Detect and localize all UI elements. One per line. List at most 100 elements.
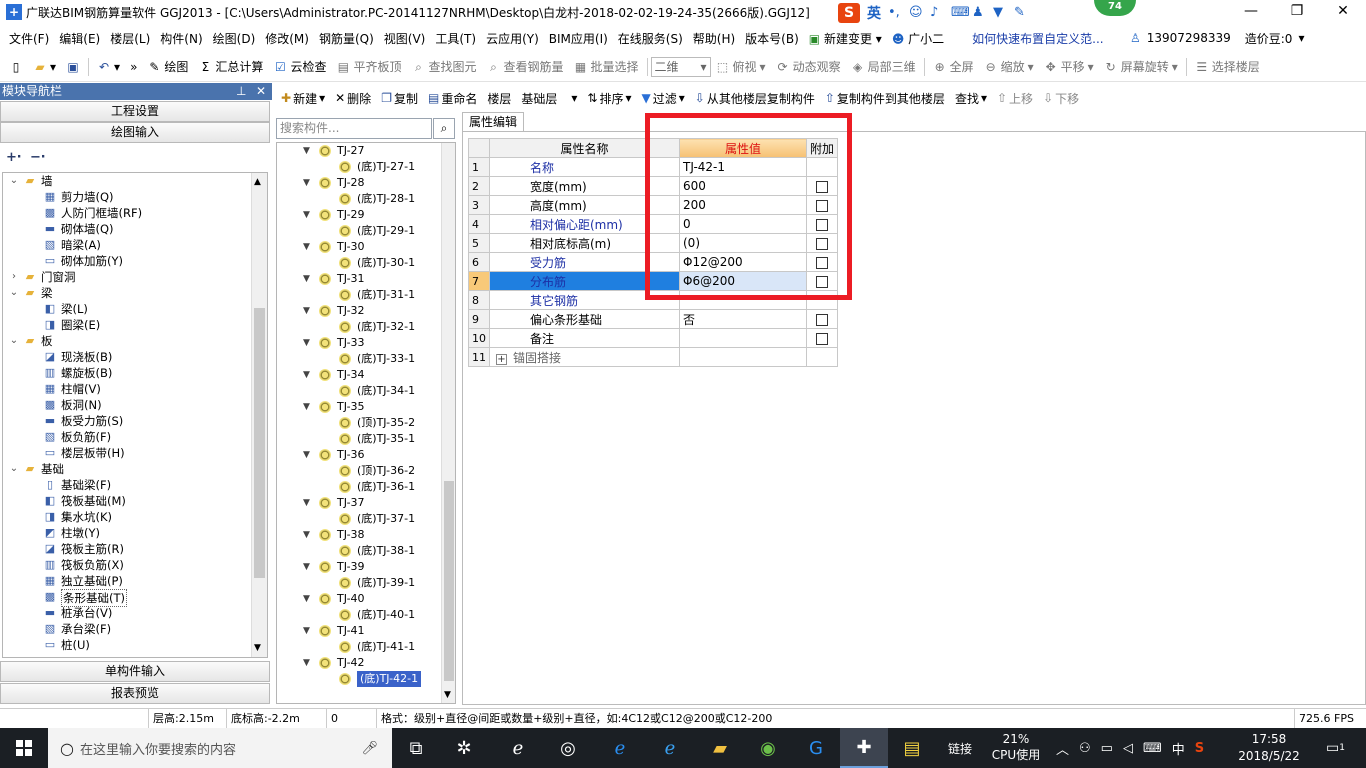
component-group[interactable]: ▼ TJ-28	[277, 175, 455, 191]
tree-item[interactable]: ◧ 梁(L)	[3, 301, 267, 317]
component-item[interactable]: (底)TJ-30-1	[277, 255, 455, 271]
component-item[interactable]: (底)TJ-32-1	[277, 319, 455, 335]
zoom-button[interactable]: ⊖ 缩放 ▾	[979, 58, 1039, 75]
menu-new-change[interactable]: ▣ 新建变更 ▾	[804, 30, 887, 47]
property-row[interactable]: 9 偏心条形基础 否	[468, 309, 839, 329]
tip-link[interactable]: 如何快速布置自定义范...	[967, 30, 1108, 47]
ime-mode-label[interactable]: 英	[867, 3, 881, 23]
property-name-cell[interactable]: 偏心条形基础	[489, 309, 680, 329]
taskbar-search-box[interactable]: ○ 在这里输入你要搜索的内容 🎤︎	[48, 728, 392, 768]
component-item[interactable]: (底)TJ-31-1	[277, 287, 455, 303]
tree-item[interactable]: ▥ 筏板负筋(X)	[3, 557, 267, 573]
component-group[interactable]: ▼ TJ-41	[277, 623, 455, 639]
cpu-widget[interactable]: 21% CPU使用	[990, 731, 1042, 763]
move-down-button[interactable]: ⇩ 下移	[1038, 90, 1084, 107]
tree-folder[interactable]: › ▰ 门窗洞	[3, 269, 267, 285]
tree-item[interactable]: ▦ 柱帽(V)	[3, 381, 267, 397]
dynamic-view-button[interactable]: ⟳ 动态观察	[771, 58, 846, 75]
undo-button[interactable]: ↶ ▾	[92, 60, 125, 74]
emoji-icon[interactable]: ☺	[909, 6, 923, 20]
sogou-icon[interactable]: S	[838, 3, 860, 23]
chevron-up-icon[interactable]: ︿	[1056, 739, 1069, 758]
find-button[interactable]: 查找 ▾	[950, 90, 992, 107]
copy-to-floor-button[interactable]: ⇧ 复制构件到其他楼层	[820, 90, 950, 107]
menu-draw[interactable]: 绘图(D)	[208, 30, 261, 47]
edge-legacy-icon[interactable]: ℯ	[494, 728, 542, 768]
collapse-arrow-icon[interactable]: ▼	[303, 591, 310, 607]
component-item[interactable]: (底)TJ-39-1	[277, 575, 455, 591]
component-group[interactable]: ▼ TJ-32	[277, 303, 455, 319]
drawing-input-button[interactable]: 绘图输入	[0, 122, 270, 143]
row-number[interactable]: 5	[468, 233, 490, 253]
row-number[interactable]: 9	[468, 309, 490, 329]
tree-scrollbar[interactable]: ▲ ▼	[251, 173, 267, 657]
people-icon[interactable]: ⚇	[1079, 741, 1091, 756]
menu-help[interactable]: 帮助(H)	[688, 30, 740, 47]
collapse-arrow-icon[interactable]: ▼	[303, 447, 310, 463]
component-group[interactable]: ▼ TJ-38	[277, 527, 455, 543]
collapse-arrow-icon[interactable]: ▼	[303, 271, 310, 287]
sogou-tray-icon[interactable]: S	[1195, 741, 1204, 756]
collapse-arrow-icon[interactable]: ▼	[303, 399, 310, 415]
phone-number[interactable]: 13907298339	[1147, 31, 1231, 45]
edge-icon[interactable]: ℯ	[596, 728, 644, 768]
tree-item[interactable]: ▬ 砌体墙(Q)	[3, 221, 267, 237]
tree-item[interactable]: ◨ 圈梁(E)	[3, 317, 267, 333]
component-group[interactable]: ▼ TJ-34	[277, 367, 455, 383]
component-search-input[interactable]: 搜索构件...	[276, 118, 432, 139]
row-number[interactable]: 6	[468, 252, 490, 272]
minimize-button[interactable]: —	[1228, 0, 1274, 24]
component-item[interactable]: (顶)TJ-35-2	[277, 415, 455, 431]
clock[interactable]: 17:58 2018/5/22	[1234, 731, 1304, 765]
extra-checkbox[interactable]	[816, 332, 828, 345]
menu-version[interactable]: 版本号(B)	[740, 30, 804, 47]
new-component-button[interactable]: ✚ 新建 ▾	[276, 90, 330, 107]
component-item[interactable]: (底)TJ-33-1	[277, 351, 455, 367]
level-slab-top-button[interactable]: ▤ 平齐板顶	[331, 58, 406, 75]
tree-item[interactable]: ◪ 现浇板(B)	[3, 349, 267, 365]
ime-toolbar[interactable]: S 英 •, ☺ ♪ ⌨ ♟ ▼ ✎	[838, 3, 1028, 23]
component-group[interactable]: ▼ TJ-31	[277, 271, 455, 287]
menu-floor[interactable]: 楼层(L)	[105, 30, 155, 47]
search-icon[interactable]: ⌕	[433, 118, 455, 139]
tree-item[interactable]: ▬ 板受力筋(S)	[3, 413, 267, 429]
glodon-g-icon[interactable]: G	[792, 728, 840, 768]
scroll-thumb[interactable]	[444, 481, 454, 681]
tree-item[interactable]: ▭ 楼层板带(H)	[3, 445, 267, 461]
menu-modify[interactable]: 修改(M)	[260, 30, 314, 47]
collapse-arrow-icon[interactable]: ▼	[303, 303, 310, 319]
tree-item[interactable]: ▩ 板洞(N)	[3, 397, 267, 413]
network-icon[interactable]: ▭	[1101, 741, 1113, 756]
collapse-arrow-icon[interactable]: ▼	[303, 175, 310, 191]
close-button[interactable]: ✕	[1320, 0, 1366, 24]
zaojiadou-label[interactable]: 造价豆:0	[1245, 30, 1293, 47]
scroll-up-icon[interactable]: ▲	[254, 177, 261, 187]
expand-all-icon[interactable]: +‧	[6, 150, 21, 165]
component-item[interactable]: (底)TJ-27-1	[277, 159, 455, 175]
property-row[interactable]: 10 备注	[468, 328, 839, 348]
toolbar-overflow-button[interactable]: »	[125, 60, 142, 74]
tree-item[interactable]: ▩ 条形基础(T)	[3, 589, 267, 607]
project-settings-button[interactable]: 工程设置	[0, 101, 270, 122]
microphone-icon[interactable]: ♪	[930, 6, 944, 20]
extra-cell[interactable]	[805, 328, 839, 348]
component-item[interactable]: (底)TJ-36-1	[277, 479, 455, 495]
collapse-arrow-icon[interactable]: ▼	[303, 143, 310, 159]
collapse-arrow-icon[interactable]: ▼	[303, 623, 310, 639]
component-group[interactable]: ▼ TJ-27	[277, 143, 455, 159]
collapse-arrow-icon[interactable]: ⌄	[9, 333, 19, 349]
keyboard-icon[interactable]: ⌨	[1143, 741, 1162, 756]
collapse-arrow-icon[interactable]: ▼	[303, 207, 310, 223]
tree-folder[interactable]: ⌄ ▰ 板	[3, 333, 267, 349]
top-view-button[interactable]: ⬚ 俯视 ▾	[711, 58, 771, 75]
copy-from-floor-button[interactable]: ⇩ 从其他楼层复制构件	[690, 90, 820, 107]
tree-item[interactable]: ◨ 集水坑(K)	[3, 509, 267, 525]
tree-folder[interactable]: ⌄ ▰ 墙	[3, 173, 267, 189]
report-preview-button[interactable]: 报表预览	[0, 683, 270, 704]
collapse-arrow-icon[interactable]: ▼	[303, 559, 310, 575]
tree-item[interactable]: ▭ 砌体加筋(Y)	[3, 253, 267, 269]
sort-button[interactable]: ⇅ 排序 ▾	[582, 90, 636, 107]
tree-item[interactable]: ▦ 剪力墙(Q)	[3, 189, 267, 205]
collapse-all-icon[interactable]: −‧	[30, 150, 45, 165]
fullscreen-button[interactable]: ⊕ 全屏	[928, 58, 979, 75]
